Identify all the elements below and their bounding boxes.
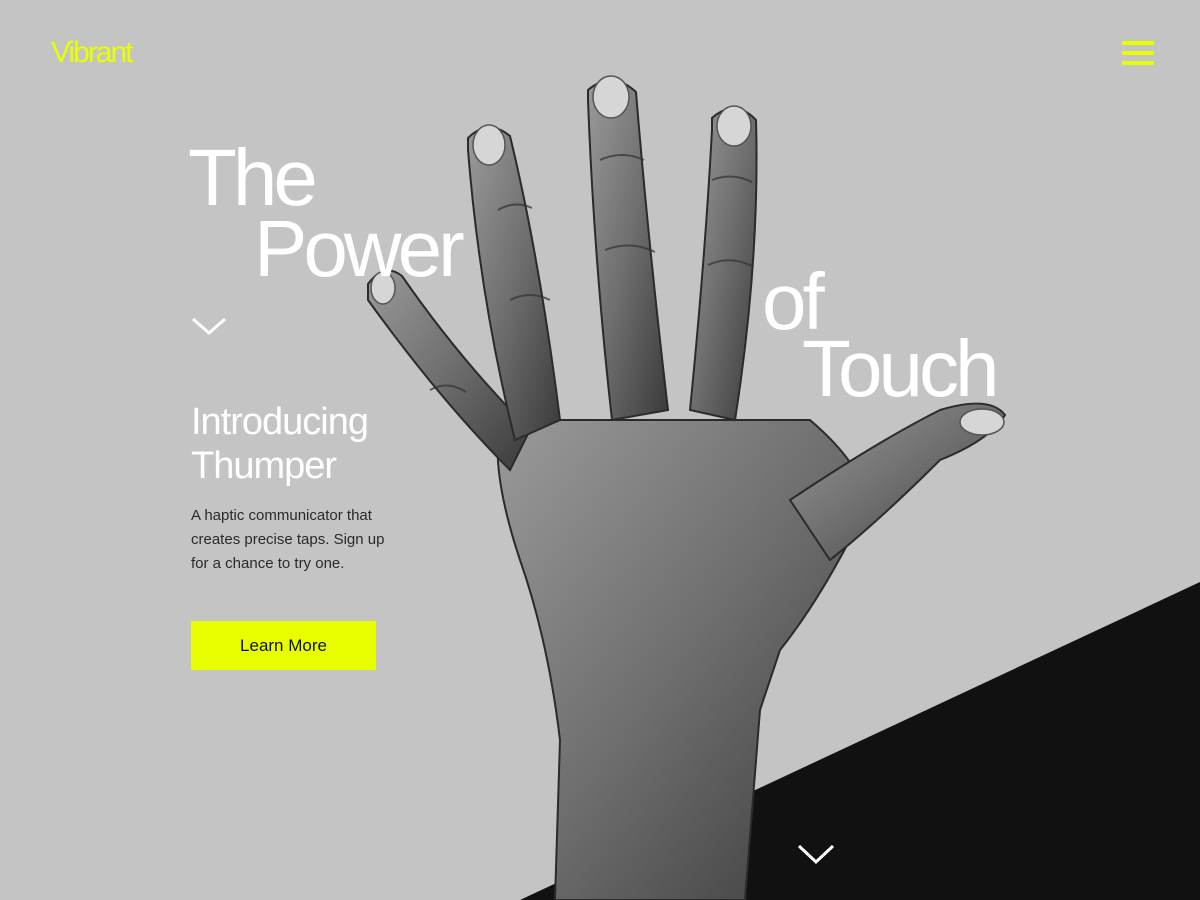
scroll-down-chevron-icon[interactable] (797, 842, 835, 866)
product-description: A haptic communicator that creates preci… (191, 507, 385, 572)
headline-word-touch: Touch (802, 324, 999, 413)
learn-more-button[interactable]: Learn More (191, 621, 376, 670)
menu-bar-middle (1122, 51, 1154, 55)
product-heading-line2: Thumper (191, 445, 337, 487)
brand-logo[interactable]: Vibrant (51, 36, 134, 70)
product-heading-line1: Introducing (191, 401, 369, 443)
menu-bar-bottom (1122, 61, 1154, 65)
headline-word-power: Power (254, 204, 465, 293)
product-heading: Introducing Thumper (191, 400, 431, 488)
hamburger-menu-icon[interactable] (1122, 40, 1154, 66)
hand-illustration (367, 75, 1007, 900)
menu-bar-top (1122, 41, 1154, 45)
chevron-down-icon[interactable] (191, 315, 227, 337)
